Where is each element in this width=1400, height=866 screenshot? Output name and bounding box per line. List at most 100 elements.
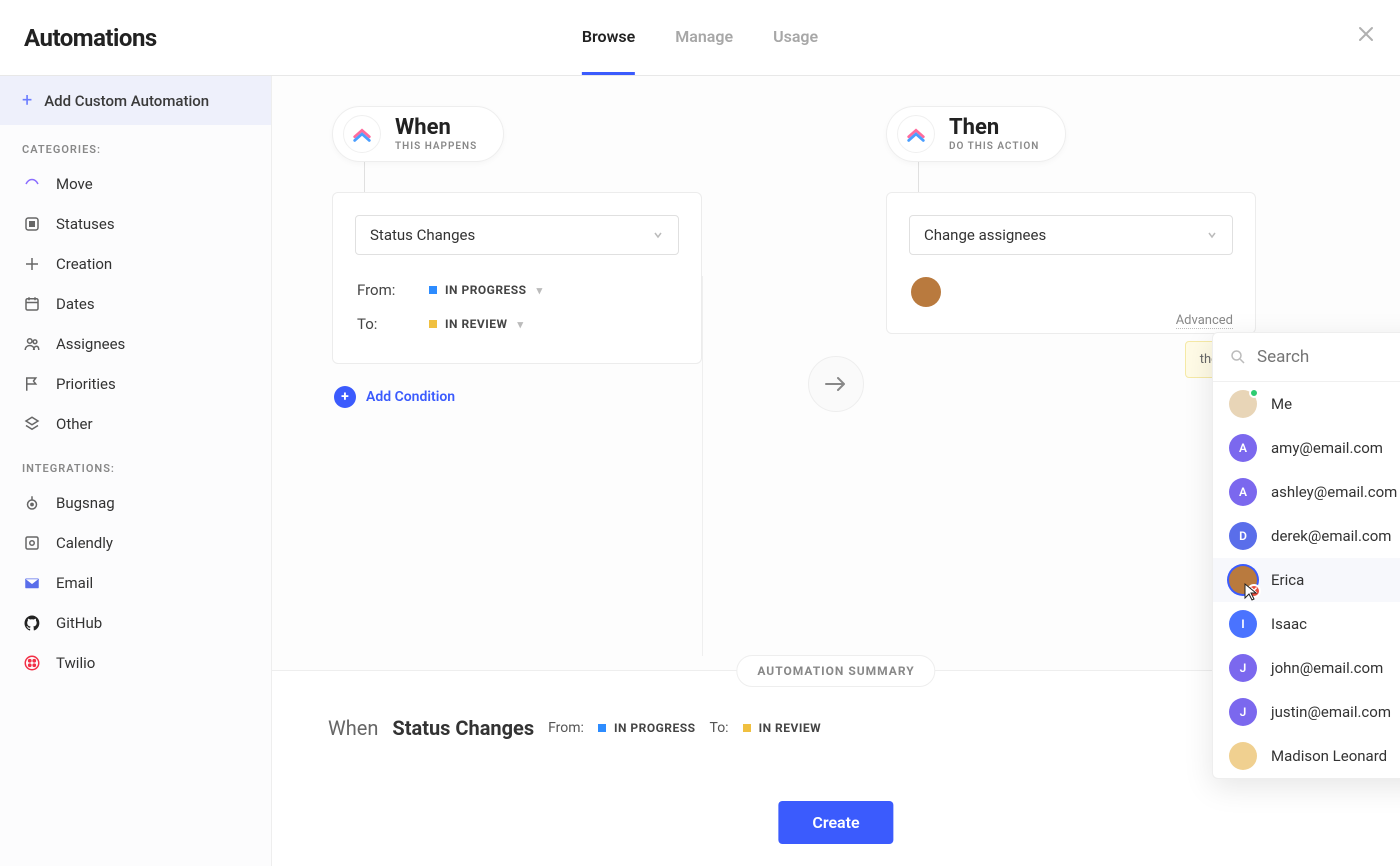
creation-icon xyxy=(22,254,42,274)
avatar: A xyxy=(1229,478,1257,506)
sidebar-item-label: Other xyxy=(56,415,93,433)
tabs: Browse Manage Usage xyxy=(582,0,818,75)
sidebar-item-dates[interactable]: Dates xyxy=(0,284,271,324)
bugsnag-icon xyxy=(22,493,42,513)
search-icon xyxy=(1229,348,1247,366)
status-dot-icon xyxy=(598,724,606,732)
to-row: To: IN REVIEW ▾ xyxy=(355,307,679,341)
assignee-dropdown: Me A amy@email.com A ashley@email.com D … xyxy=(1212,332,1400,779)
chevron-down-icon: ▾ xyxy=(518,318,524,331)
assignee-option-erica[interactable]: ✕ Erica Profile xyxy=(1213,558,1400,602)
assignee-option-justin[interactable]: J justin@email.com xyxy=(1213,690,1400,734)
advanced-link[interactable]: Advanced xyxy=(1176,313,1233,329)
chevron-down-icon: ▾ xyxy=(537,284,543,297)
avatar: D xyxy=(1229,522,1257,550)
sidebar-item-move[interactable]: Move xyxy=(0,164,271,204)
assignee-name: ashley@email.com xyxy=(1271,483,1400,501)
tab-browse[interactable]: Browse xyxy=(582,0,635,75)
assignee-name: Isaac xyxy=(1271,615,1400,633)
sidebar-item-label: Move xyxy=(56,175,93,193)
clickup-logo-icon xyxy=(343,115,381,153)
sidebar-item-label: Dates xyxy=(56,295,95,313)
assignee-option-amy[interactable]: A amy@email.com xyxy=(1213,426,1400,470)
assignee-option-derek[interactable]: D derek@email.com xyxy=(1213,514,1400,558)
assignee-option-ashley[interactable]: A ashley@email.com xyxy=(1213,470,1400,514)
sidebar-item-creation[interactable]: Creation xyxy=(0,244,271,284)
sidebar-item-priorities[interactable]: Priorities xyxy=(0,364,271,404)
twilio-icon xyxy=(22,653,42,673)
add-condition-button[interactable]: + Add Condition xyxy=(334,386,786,408)
summary-from-label: From: xyxy=(548,720,584,736)
assignee-name: amy@email.com xyxy=(1271,439,1400,457)
when-column: When THIS HAPPENS Status Changes From: xyxy=(332,106,786,408)
when-card: Status Changes From: IN PROGRESS ▾ To: xyxy=(332,192,702,364)
chevron-down-icon xyxy=(1206,229,1218,241)
email-icon xyxy=(22,573,42,593)
sidebar-item-label: Email xyxy=(56,574,93,592)
status-dot-icon xyxy=(429,286,437,294)
github-icon xyxy=(22,613,42,633)
page-title: Automations xyxy=(0,24,157,52)
assignee-name: derek@email.com xyxy=(1271,527,1400,545)
sidebar-item-bugsnag[interactable]: Bugsnag xyxy=(0,483,271,523)
from-status-text: IN PROGRESS xyxy=(445,283,527,297)
status-dot-icon xyxy=(743,724,751,732)
avatar: J xyxy=(1229,654,1257,682)
sidebar-item-assignees[interactable]: Assignees xyxy=(0,324,271,364)
avatar[interactable] xyxy=(911,277,941,307)
assignee-search-input[interactable] xyxy=(1257,347,1400,367)
sidebar-item-github[interactable]: GitHub xyxy=(0,603,271,643)
avatar: J xyxy=(1229,698,1257,726)
create-button[interactable]: Create xyxy=(778,801,893,844)
from-status-chip[interactable]: IN PROGRESS ▾ xyxy=(429,283,543,297)
remove-icon: ✕ xyxy=(1247,584,1261,598)
assignee-option-john[interactable]: J john@email.com xyxy=(1213,646,1400,690)
assignee-list: Me A amy@email.com A ashley@email.com D … xyxy=(1213,382,1400,778)
sidebar-item-other[interactable]: Other xyxy=(0,404,271,444)
sidebar-item-email[interactable]: Email xyxy=(0,563,271,603)
sidebar-item-label: Statuses xyxy=(56,215,115,233)
categories-heading: CATEGORIES: xyxy=(0,125,271,164)
assignee-name: justin@email.com xyxy=(1271,703,1400,721)
action-select[interactable]: Change assignees xyxy=(909,215,1233,255)
presence-dot-icon xyxy=(1249,388,1259,398)
sidebar-item-statuses[interactable]: Statuses xyxy=(0,204,271,244)
then-title: Then xyxy=(949,116,1039,140)
then-header: Then DO THIS ACTION xyxy=(886,106,1066,162)
integrations-heading: INTEGRATIONS: xyxy=(0,444,271,483)
plus-icon: + xyxy=(22,90,32,111)
avatar: I xyxy=(1229,610,1257,638)
status-dot-icon xyxy=(429,320,437,328)
then-column: Then DO THIS ACTION Change assignees Adv… xyxy=(886,106,1340,334)
assignee-option-isaac[interactable]: I Isaac xyxy=(1213,602,1400,646)
action-value: Change assignees xyxy=(924,226,1046,244)
add-custom-automation-button[interactable]: + Add Custom Automation xyxy=(0,76,271,125)
avatar: A xyxy=(1229,434,1257,462)
to-status-chip[interactable]: IN REVIEW ▾ xyxy=(429,317,524,331)
sidebar-item-calendly[interactable]: Calendly xyxy=(0,523,271,563)
tab-usage[interactable]: Usage xyxy=(773,0,818,75)
statuses-icon xyxy=(22,214,42,234)
chevron-down-icon xyxy=(652,229,664,241)
assignee-name: Erica xyxy=(1271,571,1400,589)
add-custom-label: Add Custom Automation xyxy=(44,92,209,110)
close-icon[interactable] xyxy=(1356,24,1376,44)
calendly-icon xyxy=(22,533,42,553)
to-label: To: xyxy=(357,315,409,333)
assignee-search-row xyxy=(1213,333,1400,382)
header: Automations Browse Manage Usage xyxy=(0,0,1400,76)
flow-arrow-icon xyxy=(808,356,864,412)
sidebar-item-label: Creation xyxy=(56,255,112,273)
tab-manage[interactable]: Manage xyxy=(675,0,733,75)
when-header: When THIS HAPPENS xyxy=(332,106,504,162)
trigger-select[interactable]: Status Changes xyxy=(355,215,679,255)
sidebar-item-label: GitHub xyxy=(56,614,102,632)
summary-when: When xyxy=(328,716,378,740)
assignee-option-madison[interactable]: Madison Leonard xyxy=(1213,734,1400,778)
sidebar: + Add Custom Automation CATEGORIES: Move… xyxy=(0,76,272,866)
then-card: Change assignees Advanced the xyxy=(886,192,1256,334)
assignee-name: john@email.com xyxy=(1271,659,1400,677)
sidebar-item-twilio[interactable]: Twilio xyxy=(0,643,271,683)
assignee-option-me[interactable]: Me xyxy=(1213,382,1400,426)
sidebar-item-label: Twilio xyxy=(56,654,95,672)
